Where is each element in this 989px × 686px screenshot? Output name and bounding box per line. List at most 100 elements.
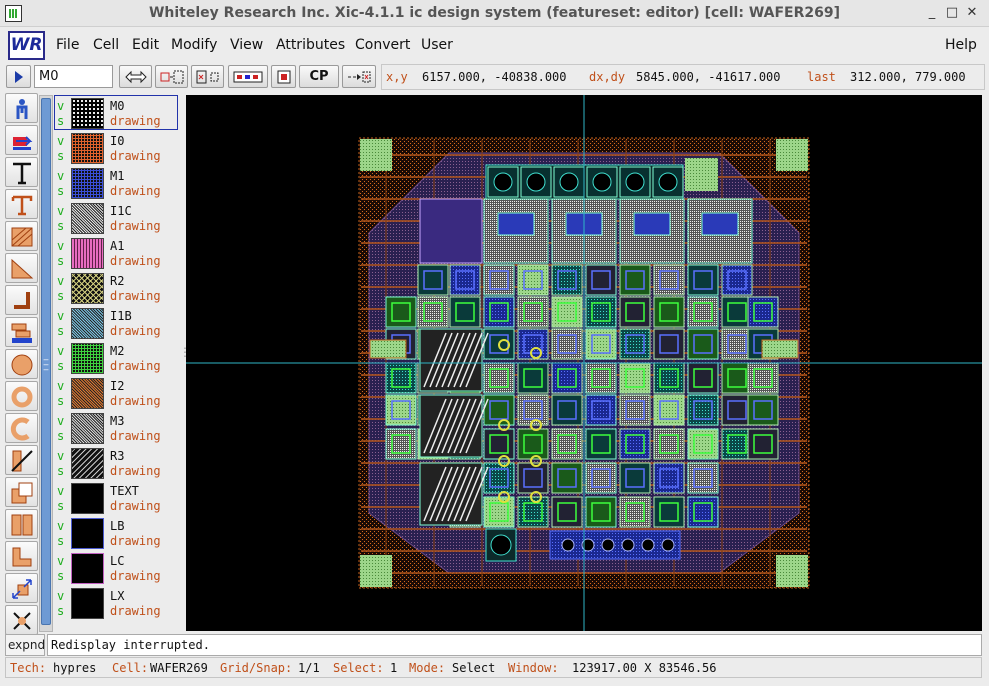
layer-row[interactable]: v s LX drawing xyxy=(54,585,178,620)
layer-name: R3 xyxy=(110,449,125,463)
wr-logo-button[interactable]: WR xyxy=(8,31,45,60)
layer-visibility-toggle[interactable]: vs xyxy=(57,589,64,619)
polygon-icon xyxy=(11,258,34,279)
layer-swatch[interactable] xyxy=(71,448,104,479)
spin-tool-button[interactable] xyxy=(5,541,38,571)
layer-row[interactable]: v s M1 drawing xyxy=(54,165,178,200)
minimize-icon[interactable]: _ xyxy=(924,5,940,21)
layer-visibility-toggle[interactable]: vs xyxy=(57,239,64,269)
pan-button[interactable] xyxy=(119,65,152,88)
layer-swatch[interactable] xyxy=(71,133,104,164)
layer-row[interactable]: v s R3 drawing xyxy=(54,445,178,480)
stack-tool-button[interactable] xyxy=(5,317,38,347)
menu-cell[interactable]: Cell xyxy=(93,37,119,53)
layer-visibility-toggle[interactable]: vs xyxy=(57,309,64,339)
pane-splitter[interactable] xyxy=(179,95,191,632)
layer-name: TEXT xyxy=(110,484,139,498)
layer-row[interactable]: v s I0 drawing xyxy=(54,130,178,165)
layer-swatch[interactable] xyxy=(71,273,104,304)
mark-tool-button[interactable] xyxy=(5,605,38,635)
layer-swatch[interactable] xyxy=(71,518,104,549)
layer-visibility-toggle[interactable]: vs xyxy=(57,484,64,514)
layer-swatch[interactable] xyxy=(71,203,104,234)
layer-visibility-toggle[interactable]: vs xyxy=(57,414,64,444)
layer-row[interactable]: v s I1B drawing xyxy=(54,305,178,340)
donut-icon xyxy=(11,386,33,408)
layer-row[interactable]: v s M3 drawing xyxy=(54,410,178,445)
stop-button[interactable] xyxy=(271,65,296,88)
layer-visibility-toggle[interactable]: vs xyxy=(57,519,64,549)
layer-swatch[interactable] xyxy=(71,308,104,339)
erase-tool-button[interactable] xyxy=(5,477,38,507)
xor-tool-button[interactable] xyxy=(5,509,38,539)
layer-visibility-toggle[interactable]: vs xyxy=(57,379,64,409)
layer-row[interactable]: v s R2 drawing xyxy=(54,270,178,305)
redraw-icon xyxy=(348,71,371,83)
break-tool-button[interactable] xyxy=(5,445,38,475)
menu-user[interactable]: User xyxy=(421,37,453,53)
zoom-out-button[interactable] xyxy=(191,65,224,88)
menu-edit[interactable]: Edit xyxy=(132,37,159,53)
close-icon[interactable]: ✕ xyxy=(964,5,980,21)
donut-tool-button[interactable] xyxy=(5,381,38,411)
layer-swatch[interactable] xyxy=(71,483,104,514)
path-tool-button[interactable] xyxy=(5,285,38,315)
wire-tool-button[interactable] xyxy=(5,125,38,155)
zoom-in-button[interactable] xyxy=(155,65,188,88)
box-tool-button[interactable] xyxy=(5,221,38,251)
mirror-tool-button[interactable] xyxy=(5,573,38,603)
polygon-tool-button[interactable] xyxy=(5,253,38,283)
layer-visibility-toggle[interactable]: vs xyxy=(57,204,64,234)
layer-visibility-toggle[interactable]: vs xyxy=(57,274,64,304)
maximize-icon[interactable]: □ xyxy=(944,5,960,21)
layer-swatch[interactable] xyxy=(71,553,104,584)
layer-swatch[interactable] xyxy=(71,413,104,444)
text-icon xyxy=(13,162,31,185)
layer-swatch[interactable] xyxy=(71,168,104,199)
layer-menu-button[interactable] xyxy=(6,65,31,88)
layer-swatch[interactable] xyxy=(71,378,104,409)
layer-list-scrollbar[interactable]: ‒ ‒ ‒ xyxy=(39,95,53,632)
layer-row[interactable]: v s TEXT drawing xyxy=(54,480,178,515)
layer-swatch[interactable] xyxy=(71,238,104,269)
layout-canvas[interactable] xyxy=(186,95,982,631)
layer-visibility-toggle[interactable]: vs xyxy=(57,99,64,129)
menu-convert[interactable]: Convert xyxy=(355,37,410,53)
layer-row[interactable]: v s I1C drawing xyxy=(54,200,178,235)
layer-visibility-toggle[interactable]: vs xyxy=(57,134,64,164)
layer-palette-button[interactable] xyxy=(228,65,268,88)
zoom-in-icon xyxy=(160,70,183,84)
label-tool-button[interactable] xyxy=(5,189,38,219)
layer-row[interactable]: v s I2 drawing xyxy=(54,375,178,410)
chip-cell xyxy=(747,296,779,328)
chip-cell xyxy=(585,264,617,296)
layer-visibility-toggle[interactable]: vs xyxy=(57,449,64,479)
wafer-layout-drawing[interactable] xyxy=(186,95,982,631)
layer-row[interactable]: v s LB drawing xyxy=(54,515,178,550)
menu-file[interactable]: File xyxy=(56,37,79,53)
arc-tool-button[interactable] xyxy=(5,413,38,443)
scroll-grip-icon: ‒ ‒ ‒ xyxy=(43,355,49,375)
round-tool-button[interactable] xyxy=(5,349,38,379)
layer-row[interactable]: v s A1 drawing xyxy=(54,235,178,270)
layer-swatch[interactable] xyxy=(71,343,104,374)
run-tool-button[interactable] xyxy=(5,93,38,123)
layer-visibility-toggle[interactable]: vs xyxy=(57,554,64,584)
layer-swatch[interactable] xyxy=(71,98,104,129)
layer-visibility-toggle[interactable]: vs xyxy=(57,169,64,199)
layer-swatch[interactable] xyxy=(71,588,104,619)
chip-cell xyxy=(483,264,515,296)
menu-modify[interactable]: Modify xyxy=(171,37,217,53)
layer-row[interactable]: v s M2 drawing xyxy=(54,340,178,375)
menu-view[interactable]: View xyxy=(230,37,263,53)
layer-visibility-toggle[interactable]: vs xyxy=(57,344,64,374)
redraw-button[interactable] xyxy=(342,65,376,88)
menu-help[interactable]: Help xyxy=(945,37,977,53)
cp-button[interactable]: CP xyxy=(299,65,339,88)
current-layer-input[interactable] xyxy=(34,65,113,88)
expand-button[interactable]: expnd xyxy=(5,634,45,656)
text-tool-button[interactable] xyxy=(5,157,38,187)
menu-attributes[interactable]: Attributes xyxy=(276,37,345,53)
layer-row[interactable]: v s LC drawing xyxy=(54,550,178,585)
layer-row[interactable]: v s M0 drawing xyxy=(54,95,178,130)
